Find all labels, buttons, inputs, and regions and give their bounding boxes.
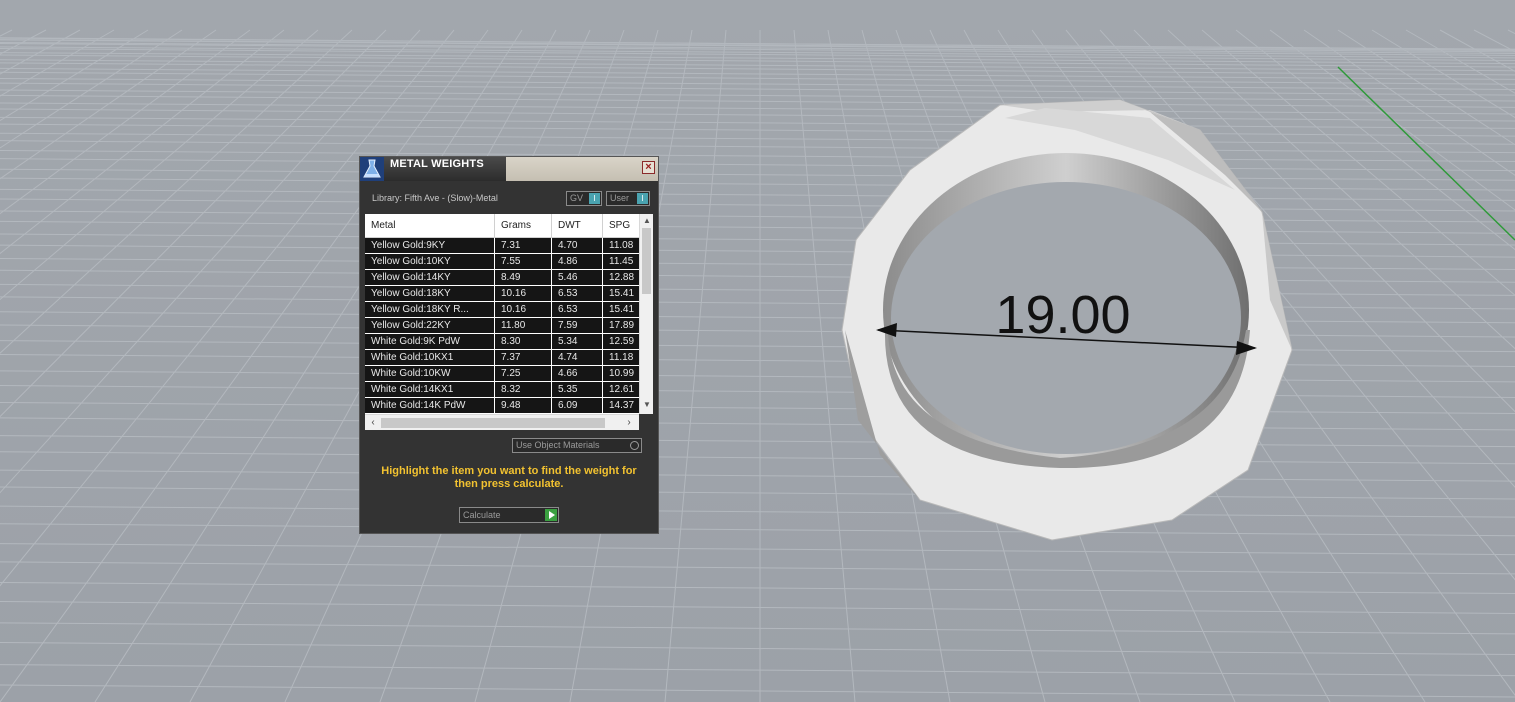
cell-grams: 8.49: [495, 270, 552, 285]
table-row[interactable]: Yellow Gold:10KY 7.55 4.86 11.45: [365, 254, 639, 270]
close-button[interactable]: ×: [642, 161, 655, 174]
table-row[interactable]: White Gold:10KW 7.25 4.66 10.99: [365, 366, 639, 382]
cell-grams: 8.30: [495, 334, 552, 349]
radio-icon[interactable]: [630, 441, 639, 450]
cell-dwt: 5.34: [552, 334, 603, 349]
cell-grams: 11.80: [495, 318, 552, 333]
table-row[interactable]: Yellow Gold:18KY R... 10.16 6.53 15.41: [365, 302, 639, 318]
scroll-left-icon[interactable]: ‹: [367, 417, 379, 429]
cell-grams: 7.25: [495, 366, 552, 381]
play-icon: [545, 509, 557, 521]
cell-spg: 11.08: [609, 240, 634, 251]
toggle-knob-icon: I: [637, 193, 648, 204]
cell-dwt: 7.59: [552, 318, 603, 333]
column-header-dwt[interactable]: DWT: [552, 214, 603, 237]
cell-spg: 14.37: [609, 400, 635, 411]
title-tab: METAL WEIGHTS: [360, 157, 506, 181]
metal-weights-dialog: METAL WEIGHTS × Library: Fifth Ave - (Sl…: [359, 156, 659, 534]
toggle-knob-icon: I: [589, 193, 600, 204]
horizontal-scrollbar[interactable]: ‹ ›: [365, 414, 639, 430]
cell-spg: 11.18: [609, 352, 634, 363]
scroll-down-icon[interactable]: ▼: [642, 400, 652, 410]
cell-grams: 7.55: [495, 254, 552, 269]
cell-grams: 10.16: [495, 302, 552, 317]
cell-spg: 15.41: [609, 304, 635, 315]
table-row[interactable]: White Gold:14KX1 8.32 5.35 12.61: [365, 382, 639, 398]
dimension-value: 19.00: [995, 285, 1130, 345]
cell-metal: White Gold:9K PdW: [365, 334, 495, 349]
cell-spg: 15.41: [609, 288, 635, 299]
gv-toggle[interactable]: GV I: [566, 191, 602, 206]
cell-metal: Yellow Gold:10KY: [365, 254, 495, 269]
table-row[interactable]: White Gold:9K PdW 8.30 5.34 12.59: [365, 334, 639, 350]
table-row[interactable]: White Gold:14K PdW 9.48 6.09 14.37: [365, 398, 639, 414]
viewport-scene: 19.00: [0, 0, 1515, 702]
cell-spg: 12.59: [609, 336, 635, 347]
cell-metal: Yellow Gold:14KY: [365, 270, 495, 285]
table-row[interactable]: Yellow Gold:14KY 8.49 5.46 12.88: [365, 270, 639, 286]
cell-spg: 12.61: [609, 384, 635, 395]
cell-spg: 12.88: [609, 272, 635, 283]
user-toggle[interactable]: User I: [606, 191, 650, 206]
cell-dwt: 6.53: [552, 302, 603, 317]
scroll-up-icon[interactable]: ▲: [642, 216, 652, 226]
cell-metal: Yellow Gold:22KY: [365, 318, 495, 333]
cell-grams: 8.32: [495, 382, 552, 397]
3d-viewport[interactable]: 19.00: [0, 0, 1515, 702]
library-label: Library: Fifth Ave - (Slow)-Metal: [372, 193, 498, 203]
cell-dwt: 4.74: [552, 350, 603, 365]
dialog-titlebar[interactable]: METAL WEIGHTS ×: [360, 157, 658, 181]
cell-dwt: 6.53: [552, 286, 603, 301]
user-toggle-label: User: [610, 193, 630, 203]
cell-spg: 11.45: [609, 256, 634, 267]
use-object-materials-label: Use Object Materials: [516, 440, 600, 450]
table-row[interactable]: Yellow Gold:9KY 7.31 4.70 11.08: [365, 238, 639, 254]
table-row[interactable]: Yellow Gold:22KY 11.80 7.59 17.89: [365, 318, 639, 334]
cell-dwt: 6.09: [552, 398, 603, 413]
cell-metal: Yellow Gold:9KY: [365, 238, 495, 253]
scroll-right-icon[interactable]: ›: [623, 417, 635, 429]
cell-spg: 17.89: [609, 320, 635, 331]
cell-spg: 10.99: [609, 368, 635, 379]
table-row[interactable]: Yellow Gold:18KY 10.16 6.53 15.41: [365, 286, 639, 302]
gv-toggle-label: GV: [570, 193, 584, 203]
cell-dwt: 5.46: [552, 270, 603, 285]
column-header-spg[interactable]: SPG: [603, 214, 639, 237]
horizontal-scroll-thumb[interactable]: [381, 418, 605, 428]
vertical-scrollbar[interactable]: ▲ ▼: [639, 214, 653, 414]
column-header-metal[interactable]: Metal: [365, 214, 495, 237]
cell-dwt: 4.66: [552, 366, 603, 381]
metal-table: Metal Grams DWT SPG Yellow Gold:9KY 7.31 4…: [365, 214, 653, 414]
flask-logo-icon: [360, 157, 384, 181]
cell-grams: 7.31: [495, 238, 552, 253]
cell-grams: 9.48: [495, 398, 552, 413]
cell-metal: Yellow Gold:18KY: [365, 286, 495, 301]
cell-dwt: 5.35: [552, 382, 603, 397]
cell-grams: 10.16: [495, 286, 552, 301]
column-header-grams[interactable]: Grams: [495, 214, 552, 237]
cell-grams: 7.37: [495, 350, 552, 365]
calculate-button[interactable]: Calculate: [459, 507, 559, 523]
cell-dwt: 4.70: [552, 238, 603, 253]
instruction-text: Highlight the item you want to find the …: [381, 465, 637, 490]
cell-metal: White Gold:14KX1: [365, 382, 495, 397]
calculate-label: Calculate: [463, 510, 501, 520]
table-row[interactable]: White Gold:10KX1 7.37 4.74 11.18: [365, 350, 639, 366]
table-header: Metal Grams DWT SPG: [365, 214, 639, 238]
dialog-title: METAL WEIGHTS: [390, 158, 484, 170]
table-body: Yellow Gold:9KY 7.31 4.70 11.08 Yellow Gold:…: [365, 238, 639, 414]
cell-metal: White Gold:14K PdW: [365, 398, 495, 413]
cell-metal: White Gold:10KW: [365, 366, 495, 381]
cell-dwt: 4.86: [552, 254, 603, 269]
cell-metal: White Gold:10KX1: [365, 350, 495, 365]
use-object-materials-option[interactable]: Use Object Materials: [512, 438, 642, 453]
vertical-scroll-thumb[interactable]: [642, 228, 651, 294]
cell-metal: Yellow Gold:18KY R...: [365, 302, 495, 317]
